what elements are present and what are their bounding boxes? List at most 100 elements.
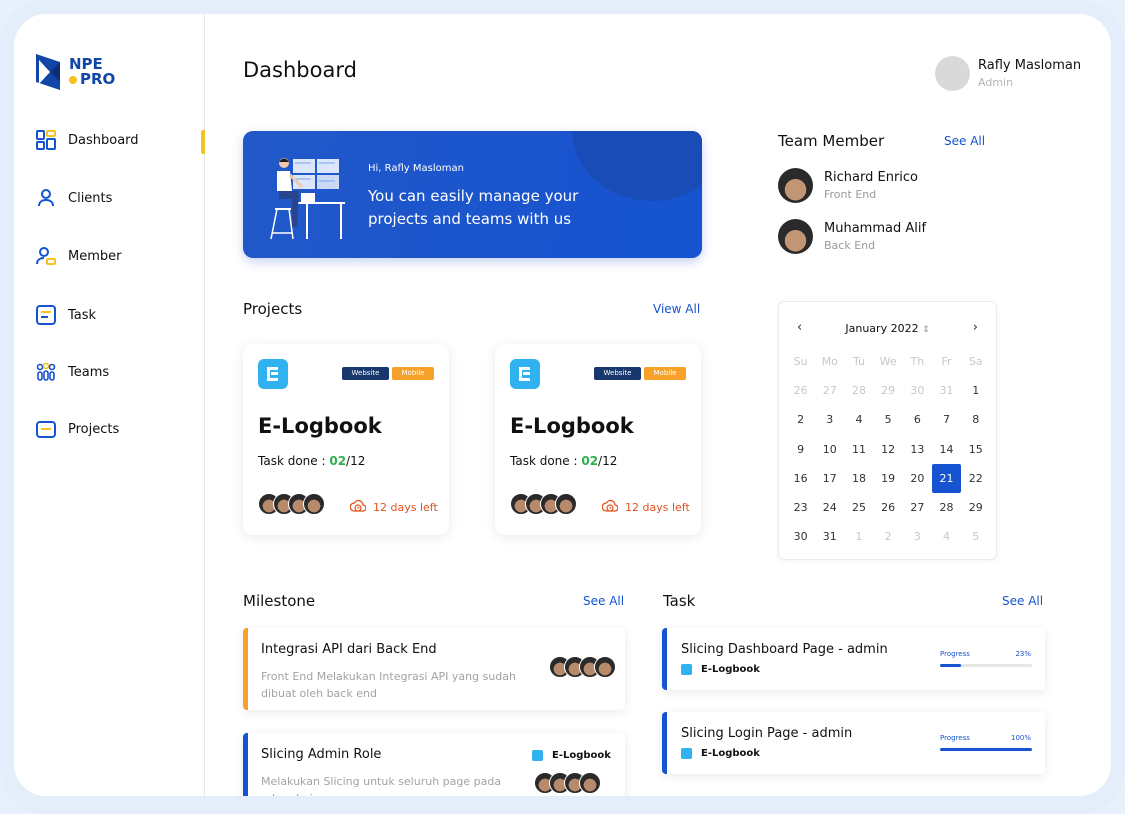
calendar-day[interactable]: 27 xyxy=(815,376,844,405)
user-info: Rafly Masloman Admin xyxy=(978,58,1081,89)
milestone-item[interactable]: Integrasi API dari Back End Front End Me… xyxy=(243,628,625,710)
milestone-project-name: E-Logbook xyxy=(552,750,611,761)
calendar-day[interactable]: 29 xyxy=(874,376,903,405)
sidebar-item-label: Clients xyxy=(68,190,113,206)
member-role: Back End xyxy=(824,239,876,252)
project-card[interactable]: Website Mobile E-Logbook Task done : 02/… xyxy=(495,344,701,535)
calendar-day[interactable]: 31 xyxy=(932,376,961,405)
task-project-name: E-Logbook xyxy=(701,748,760,759)
calendar-day[interactable]: 31 xyxy=(815,522,844,551)
sidebar-item-teams[interactable]: Teams xyxy=(36,362,109,382)
sidebar-item-member[interactable]: Member xyxy=(36,246,121,266)
member-info: Richard Enrico Front End xyxy=(824,170,918,201)
milestone-title: Milestone xyxy=(243,592,316,610)
calendar-day[interactable]: 11 xyxy=(844,435,873,464)
logo-text: NPE PRO xyxy=(69,57,115,87)
calendar-day[interactable]: 5 xyxy=(961,522,990,551)
next-month-button[interactable]: › xyxy=(973,320,978,335)
calendar-day[interactable]: 23 xyxy=(786,493,815,522)
milestone-item[interactable]: Slicing Admin Role Melakukan Slicing unt… xyxy=(243,733,625,796)
see-all-milestone-link[interactable]: See All xyxy=(583,594,624,608)
calendar-day[interactable]: 1 xyxy=(961,376,990,405)
calendar-day[interactable]: 5 xyxy=(874,405,903,434)
weekday-label: Tu xyxy=(852,355,865,369)
logo-line2-text: PRO xyxy=(80,70,116,88)
progress-value: 100% xyxy=(1010,734,1031,742)
calendar-day[interactable]: 28 xyxy=(844,376,873,405)
team-member-item[interactable]: Muhammad Alif Back End xyxy=(778,219,926,254)
calendar-day[interactable]: 2 xyxy=(786,405,815,434)
calendar-day[interactable]: 29 xyxy=(961,493,990,522)
logo[interactable]: NPE PRO xyxy=(36,54,115,90)
calendar-day[interactable]: 20 xyxy=(903,464,932,493)
user-role: Admin xyxy=(978,76,1014,89)
sidebar-item-label: Task xyxy=(68,307,97,323)
see-all-task-link[interactable]: See All xyxy=(1002,594,1043,608)
calendar-day[interactable]: 7 xyxy=(932,405,961,434)
calendar-day[interactable]: 16 xyxy=(786,464,815,493)
projects-title: Projects xyxy=(243,300,303,318)
calendar-day[interactable]: 15 xyxy=(961,435,990,464)
calendar-day[interactable]: 9 xyxy=(786,435,815,464)
welcome-banner: Hi, Rafly Masloman You can easily manage… xyxy=(243,131,702,258)
user-name: Rafly Masloman xyxy=(978,58,1082,73)
calendar-day[interactable]: 12 xyxy=(874,435,903,464)
calendar-day[interactable]: 19 xyxy=(874,464,903,493)
calendar-day[interactable]: 22 xyxy=(961,464,990,493)
see-all-team-link[interactable]: See All xyxy=(944,134,985,148)
calendar-day[interactable]: 24 xyxy=(815,493,844,522)
task-item[interactable]: Slicing Login Page - admin E-Logbook Pro… xyxy=(662,712,1045,774)
project-name: E-Logbook xyxy=(510,414,634,438)
clock-icon xyxy=(602,500,618,512)
milestone-accent xyxy=(243,628,248,710)
banner-message: You can easily manage your projects and … xyxy=(368,187,579,228)
calendar-day[interactable]: 28 xyxy=(932,493,961,522)
avatar xyxy=(594,656,616,678)
calendar-month: January 2022 xyxy=(845,322,919,335)
member-name: Richard Enrico xyxy=(824,170,919,185)
calendar-day[interactable]: 13 xyxy=(903,435,932,464)
calendar-month-select[interactable]: January 2022 ⇕ xyxy=(779,322,996,335)
progress-label: Progress xyxy=(940,734,970,742)
calendar-day[interactable]: 25 xyxy=(844,493,873,522)
milestone-members xyxy=(549,656,616,678)
sidebar-item-clients[interactable]: Clients xyxy=(36,188,112,208)
calendar-day[interactable]: 6 xyxy=(903,405,932,434)
project-name: E-Logbook xyxy=(258,414,382,438)
task-title-text: Slicing Dashboard Page - admin xyxy=(681,642,888,657)
task-item[interactable]: Slicing Dashboard Page - admin E-Logbook… xyxy=(662,628,1045,690)
sidebar-item-label: Projects xyxy=(68,421,120,437)
project-icon xyxy=(258,359,288,389)
calendar-day[interactable]: 4 xyxy=(844,405,873,434)
clock-icon xyxy=(350,500,366,512)
calendar-day[interactable]: 2 xyxy=(874,522,903,551)
project-card[interactable]: Website Mobile E-Logbook Task done : 02/… xyxy=(243,344,449,535)
team-member-item[interactable]: Richard Enrico Front End xyxy=(778,168,918,203)
calendar-day[interactable]: 8 xyxy=(961,405,990,434)
calendar-day[interactable]: 18 xyxy=(844,464,873,493)
task-project-name: E-Logbook xyxy=(701,664,760,675)
view-all-projects-link[interactable]: View All xyxy=(653,302,700,316)
sidebar-item-projects[interactable]: Projects xyxy=(36,419,119,439)
calendar-day[interactable]: 1 xyxy=(844,522,873,551)
calendar-day[interactable]: 30 xyxy=(903,376,932,405)
calendar-day-selected[interactable]: 21 xyxy=(931,463,962,493)
calendar-day[interactable]: 27 xyxy=(903,493,932,522)
user-profile[interactable]: Rafly Masloman Admin xyxy=(935,56,1081,91)
avatar[interactable] xyxy=(935,56,970,91)
sidebar-item-task[interactable]: Task xyxy=(36,305,96,325)
calendar-day[interactable]: 3 xyxy=(815,405,844,434)
logo-line2: PRO xyxy=(69,72,115,87)
calendar-day[interactable]: 14 xyxy=(932,435,961,464)
calendar-day[interactable]: 17 xyxy=(815,464,844,493)
calendar-day[interactable]: 3 xyxy=(903,522,932,551)
calendar-day[interactable]: 4 xyxy=(932,522,961,551)
calendar-day[interactable]: 30 xyxy=(786,522,815,551)
teams-icon xyxy=(36,362,56,382)
calendar-day[interactable]: 26 xyxy=(786,376,815,405)
calendar-day[interactable]: 26 xyxy=(874,493,903,522)
milestone-accent xyxy=(243,733,248,796)
calendar-day[interactable]: 10 xyxy=(815,435,844,464)
milestone-title-text: Slicing Admin Role xyxy=(261,747,382,762)
sidebar-item-dashboard[interactable]: Dashboard xyxy=(36,130,139,150)
